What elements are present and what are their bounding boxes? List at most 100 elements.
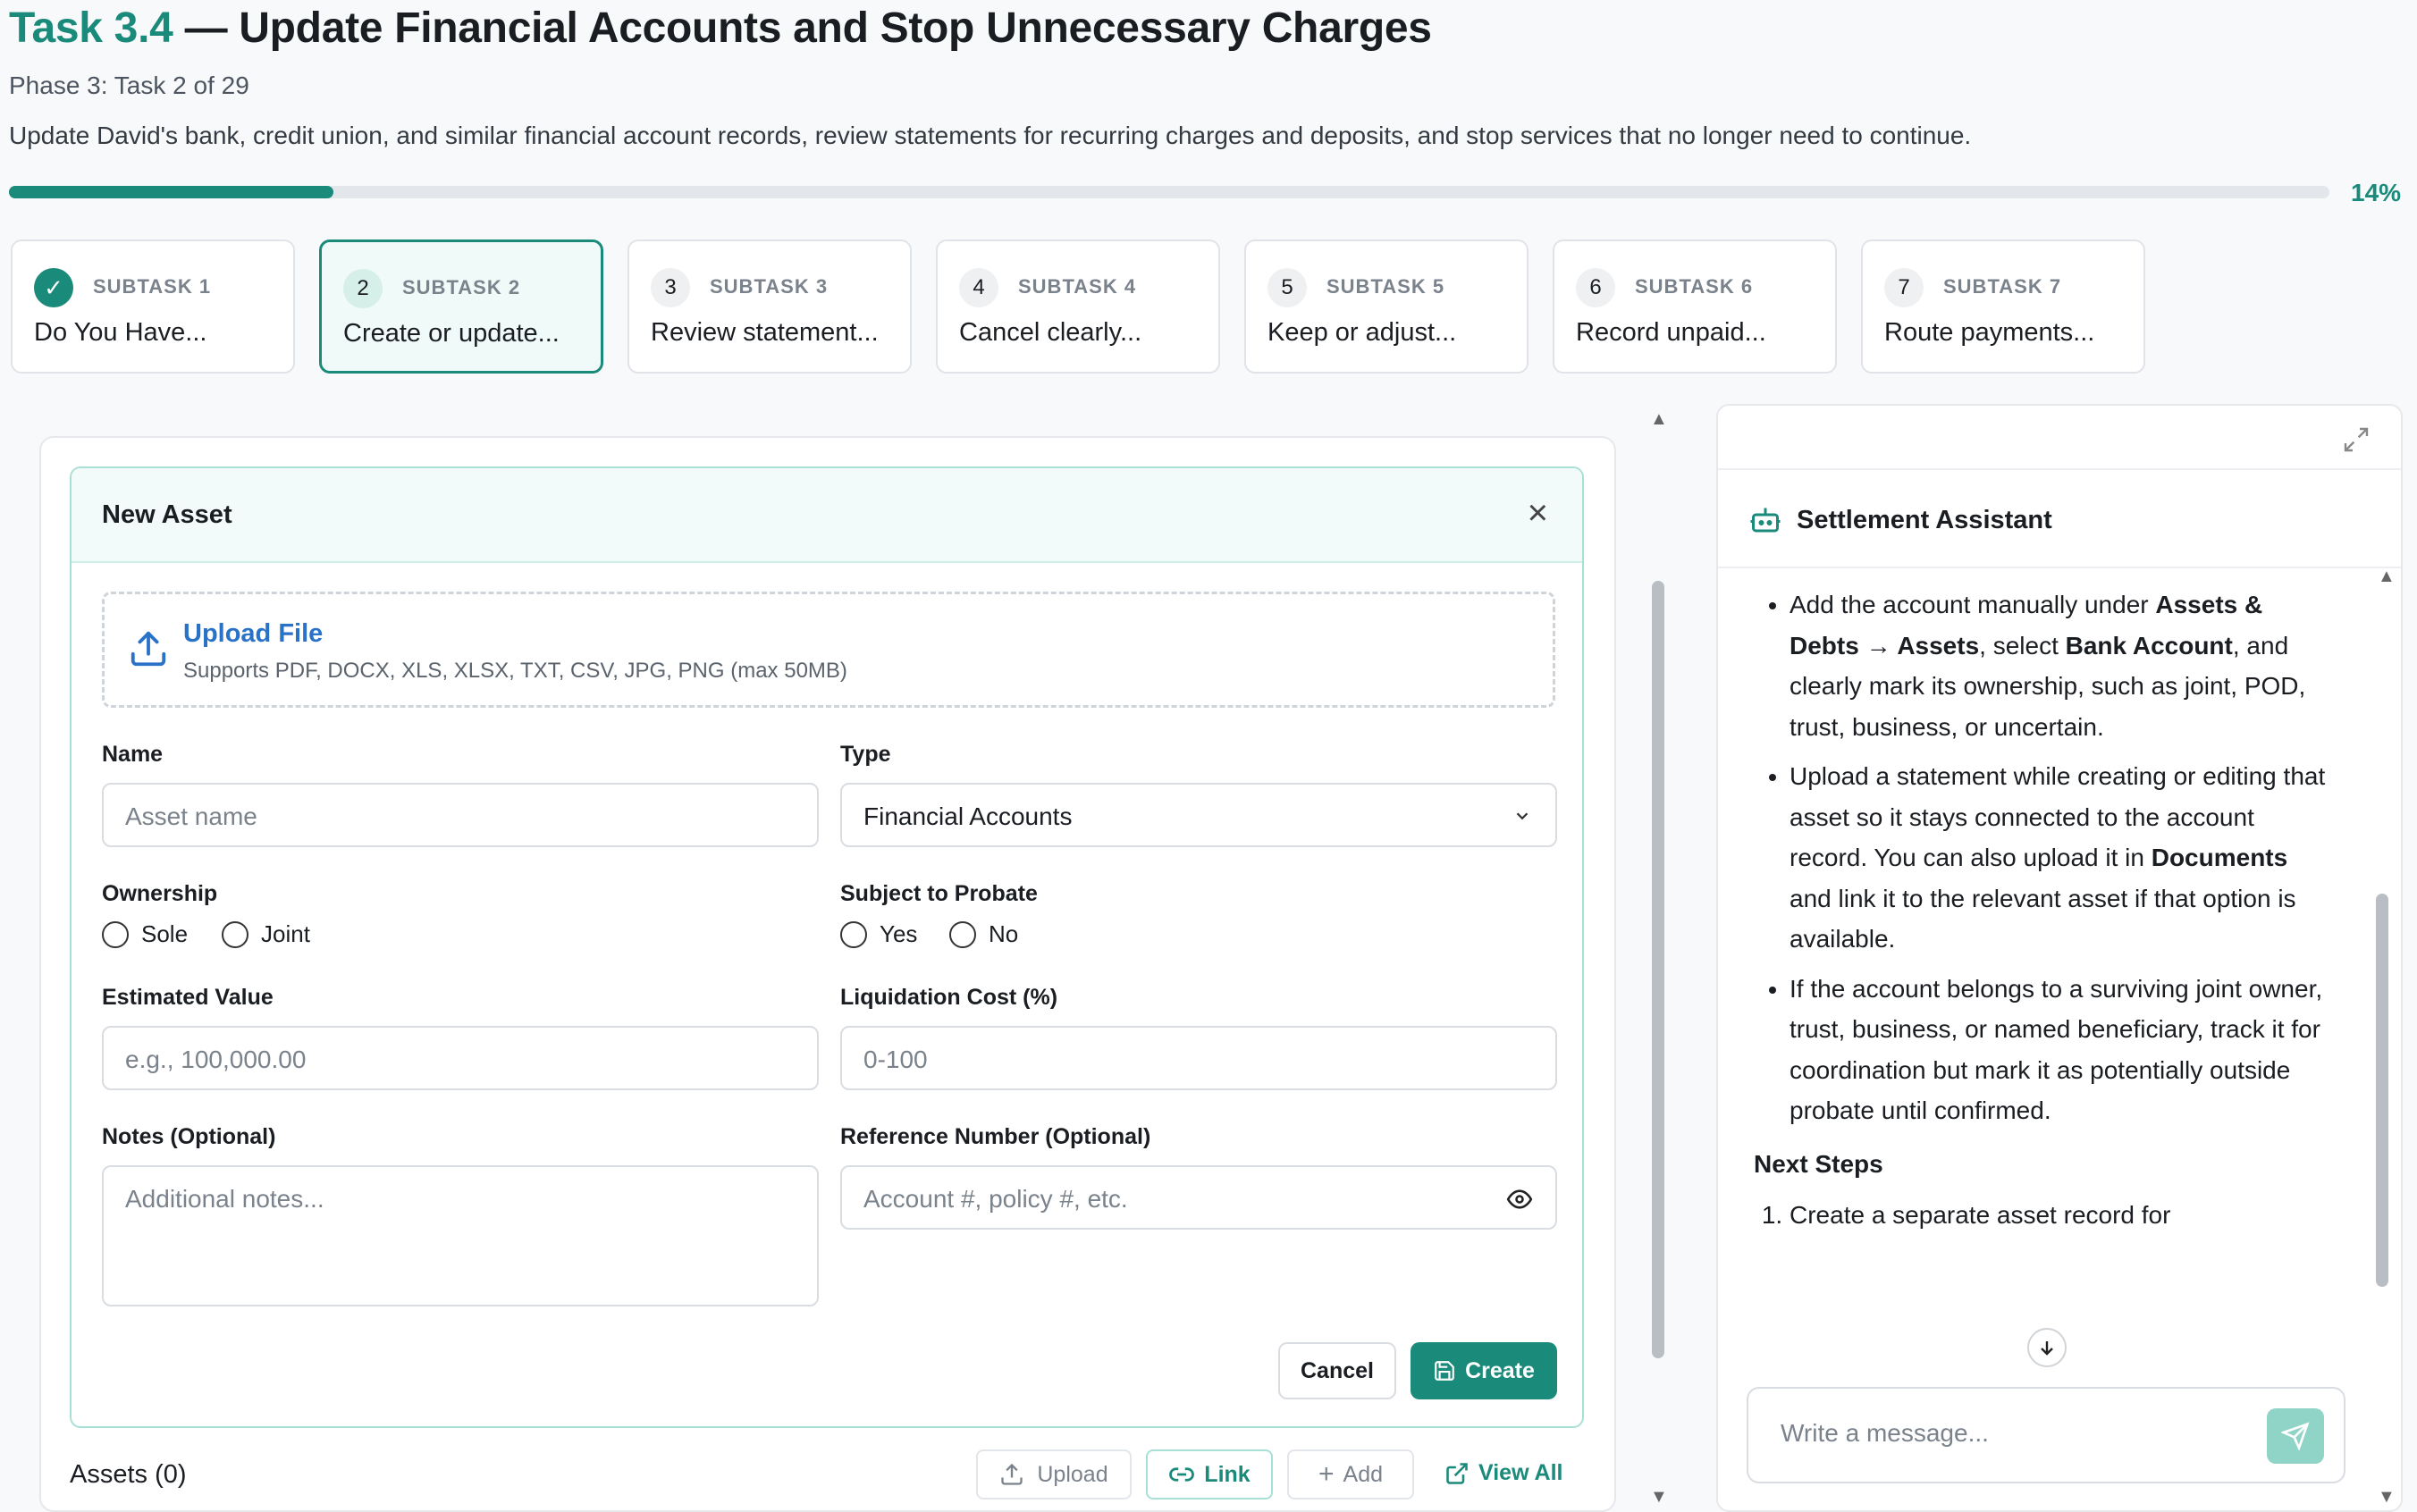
arrow-down-icon bbox=[2041, 1341, 2053, 1356]
send-button[interactable] bbox=[2267, 1408, 2324, 1464]
reference-input[interactable]: Account #, policy #, etc. bbox=[840, 1165, 1557, 1230]
reference-label: Reference Number (Optional) bbox=[840, 1124, 1151, 1149]
scroll-up-arrow[interactable]: ▲ bbox=[1650, 409, 1668, 430]
probate-yes-radio[interactable]: Yes bbox=[840, 920, 917, 948]
subtask-number-badge: 6 bbox=[1576, 268, 1615, 307]
radio-label: No bbox=[989, 920, 1019, 947]
subtask-name: Cancel clearly... bbox=[959, 318, 1142, 347]
subtask-label: SUBTASK 1 bbox=[93, 275, 212, 298]
radio-circle bbox=[949, 920, 976, 948]
subtask-number-badge: 4 bbox=[959, 268, 998, 307]
view-all-label: View All bbox=[1478, 1460, 1563, 1485]
subtask-card-7[interactable]: 7 SUBTASK 7 Route payments... bbox=[1861, 239, 2145, 374]
notes-textarea[interactable]: Additional notes... bbox=[102, 1165, 819, 1306]
upload-icon bbox=[1001, 1463, 1023, 1485]
subtask-label: SUBTASK 6 bbox=[1635, 275, 1754, 298]
check-icon: ✓ bbox=[34, 268, 73, 307]
chat-transcript: Add the account manually under Assets & … bbox=[1754, 584, 2326, 1245]
link-label: Link bbox=[1204, 1461, 1251, 1487]
type-select[interactable]: Financial Accounts bbox=[840, 783, 1557, 847]
notes-label: Notes (Optional) bbox=[102, 1124, 276, 1149]
chat-scroll-up-arrow[interactable]: ▲ bbox=[2378, 567, 2396, 587]
radio-label: Yes bbox=[880, 920, 918, 947]
reference-placeholder: Account #, policy #, etc. bbox=[863, 1185, 1128, 1213]
value-label: Estimated Value bbox=[102, 985, 274, 1010]
name-label: Name bbox=[102, 742, 164, 767]
subtask-card-2[interactable]: 2 SUBTASK 2 Create or update... bbox=[319, 239, 603, 374]
external-link-icon bbox=[1446, 1462, 1468, 1484]
ownership-joint-radio[interactable]: Joint bbox=[222, 920, 310, 948]
plus-icon: + bbox=[1318, 1459, 1335, 1489]
create-label: Create bbox=[1465, 1357, 1535, 1383]
upload-file-link[interactable]: Upload File bbox=[183, 619, 323, 649]
main-scrollbar-thumb[interactable] bbox=[1652, 581, 1664, 1358]
task-title-text: — Update Financial Accounts and Stop Unn… bbox=[184, 4, 1432, 52]
expand-icon[interactable] bbox=[2342, 425, 2371, 454]
subtask-card-5[interactable]: 5 SUBTASK 5 Keep or adjust... bbox=[1244, 239, 1529, 374]
chat-scroll-down-arrow[interactable]: ▼ bbox=[2378, 1487, 2396, 1508]
task-description: Update David's bank, credit union, and s… bbox=[9, 122, 1972, 149]
progress-track bbox=[9, 186, 2329, 198]
new-asset-form: New Asset × Upload File Supports PDF, DO… bbox=[70, 466, 1584, 1428]
probate-label: Subject to Probate bbox=[840, 881, 1038, 906]
ownership-sole-radio[interactable]: Sole bbox=[102, 920, 188, 948]
upload-dropzone[interactable]: Upload File Supports PDF, DOCX, XLS, XLS… bbox=[102, 592, 1555, 708]
name-input[interactable]: Asset name bbox=[102, 783, 819, 847]
close-icon[interactable]: × bbox=[1528, 493, 1548, 533]
add-label: Add bbox=[1343, 1461, 1383, 1487]
next-step-item: Create a separate asset record for bbox=[1790, 1195, 2326, 1236]
scroll-to-bottom-button[interactable] bbox=[2027, 1328, 2067, 1367]
ownership-label: Ownership bbox=[102, 881, 218, 906]
progress-percent: 14% bbox=[2351, 179, 2402, 206]
subtask-number-badge: 7 bbox=[1884, 268, 1924, 307]
upload-hint: Supports PDF, DOCX, XLS, XLSX, TXT, CSV,… bbox=[183, 659, 847, 683]
send-icon bbox=[2281, 1422, 2310, 1450]
link-button[interactable]: Link bbox=[1146, 1449, 1273, 1499]
save-icon bbox=[1435, 1361, 1454, 1381]
probate-no-radio[interactable]: No bbox=[949, 920, 1018, 948]
chat-bullet: If the account belongs to a surviving jo… bbox=[1790, 969, 2326, 1131]
link-icon bbox=[1169, 1467, 1195, 1482]
type-value: Financial Accounts bbox=[863, 802, 1073, 830]
chat-bullet: Upload a statement while creating or edi… bbox=[1790, 756, 2326, 960]
radio-circle bbox=[222, 920, 248, 948]
scroll-down-arrow[interactable]: ▼ bbox=[1650, 1487, 1668, 1508]
message-placeholder: Write a message... bbox=[1781, 1419, 1989, 1447]
message-input[interactable]: Write a message... bbox=[1747, 1387, 2345, 1483]
eye-icon[interactable] bbox=[1505, 1187, 1534, 1212]
phase-label: Phase 3: Task 2 of 29 bbox=[9, 71, 249, 99]
subtask-name: Record unpaid... bbox=[1576, 318, 1766, 347]
radio-circle bbox=[102, 920, 129, 948]
subtask-card-1[interactable]: ✓ SUBTASK 1 Do You Have... bbox=[11, 239, 295, 374]
task-number: Task 3.4 bbox=[9, 4, 173, 52]
subtask-card-4[interactable]: 4 SUBTASK 4 Cancel clearly... bbox=[936, 239, 1220, 374]
cancel-button[interactable]: Cancel bbox=[1278, 1342, 1396, 1399]
chat-bullet: Add the account manually under Assets & … bbox=[1790, 584, 2326, 747]
add-button[interactable]: + Add bbox=[1287, 1449, 1414, 1499]
subtask-number-badge: 5 bbox=[1267, 268, 1307, 307]
subtask-label: SUBTASK 3 bbox=[710, 275, 829, 298]
form-header: New Asset × bbox=[72, 468, 1582, 563]
subtask-number-badge: 2 bbox=[343, 269, 383, 308]
radio-label: Joint bbox=[261, 920, 310, 947]
subtask-number-badge: 3 bbox=[651, 268, 690, 307]
subtask-name: Review statement... bbox=[651, 318, 879, 347]
subtask-label: SUBTASK 7 bbox=[1943, 275, 2062, 298]
subtask-card-3[interactable]: 3 SUBTASK 3 Review statement... bbox=[627, 239, 912, 374]
estimated-value-input[interactable]: e.g., 100,000.00 bbox=[102, 1026, 819, 1090]
upload-button[interactable]: Upload bbox=[976, 1449, 1132, 1499]
subtask-name: Do You Have... bbox=[34, 318, 207, 347]
subtask-label: SUBTASK 4 bbox=[1018, 275, 1137, 298]
upload-label: Upload bbox=[1037, 1461, 1108, 1487]
radio-circle bbox=[840, 920, 867, 948]
form-title: New Asset bbox=[102, 500, 232, 529]
radio-label: Sole bbox=[141, 920, 189, 947]
create-button[interactable]: Create bbox=[1411, 1342, 1557, 1399]
bot-icon bbox=[1750, 508, 1781, 533]
chat-scrollbar-thumb[interactable] bbox=[2376, 894, 2388, 1287]
subtask-card-6[interactable]: 6 SUBTASK 6 Record unpaid... bbox=[1553, 239, 1837, 374]
assistant-header: Settlement Assistant bbox=[1718, 468, 2401, 568]
progress-fill bbox=[9, 186, 334, 198]
liquidation-cost-input[interactable]: 0-100 bbox=[840, 1026, 1557, 1090]
view-all-link[interactable]: View All bbox=[1444, 1460, 1562, 1486]
